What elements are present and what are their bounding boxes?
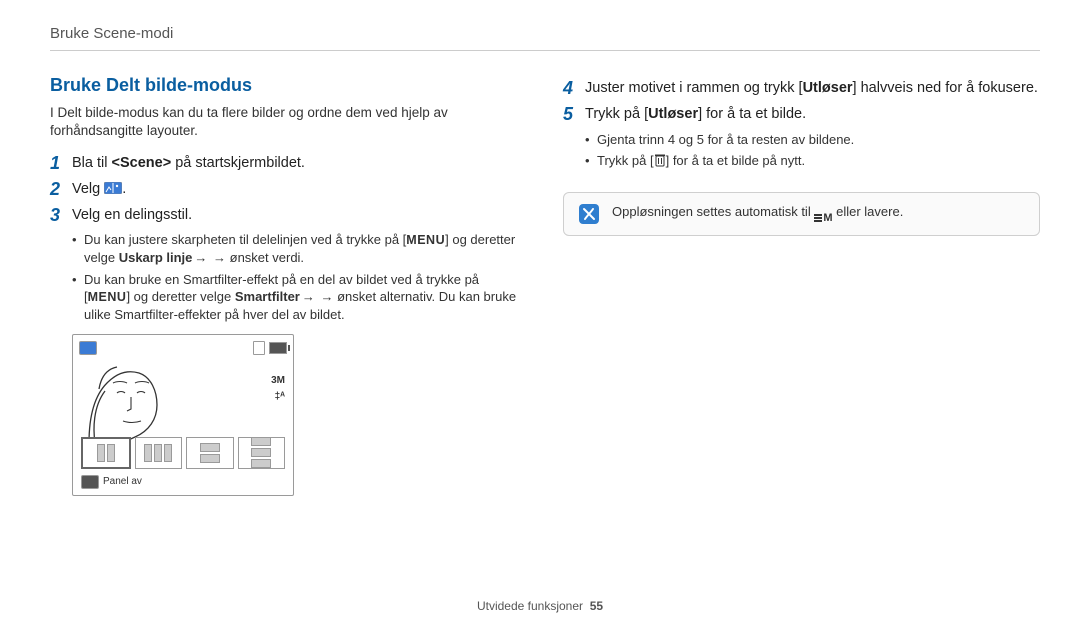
- camera-screen-illustration: 3M ‡ᴬ: [72, 334, 294, 496]
- step-3-sub-a: Du kan justere skarpheten til delelinjen…: [72, 231, 527, 266]
- page-footer: Utvidede funksjoner 55: [0, 598, 1080, 614]
- panel-off-label: Panel av: [103, 475, 142, 489]
- flash-indicator: ‡ᴬ: [271, 389, 285, 405]
- mode-icon: [79, 341, 97, 355]
- step-3b-mid: ] og deretter velge: [126, 289, 234, 304]
- step-5: 5 Trykk på [Utløser] for å ta et bilde.: [563, 105, 1040, 125]
- page-number: 55: [590, 599, 603, 613]
- arrow-icon: →: [192, 250, 209, 265]
- resolution-indicator: 3M: [271, 373, 285, 389]
- step-4-bold: Utløser: [803, 80, 853, 96]
- layout-panels: [81, 437, 285, 469]
- step-3-sub-b: Du kan bruke en Smartfilter-effekt på en…: [72, 271, 527, 324]
- divider: [50, 50, 1040, 51]
- layout-option-4: [238, 437, 286, 469]
- step-3-number: 3: [50, 206, 72, 226]
- note-res: M: [823, 211, 832, 226]
- step-3a-bold: Uskarp linje: [119, 250, 193, 265]
- step-5b-pre: Trykk på [: [597, 153, 654, 168]
- info-icon: [578, 203, 600, 225]
- section-title: Bruke Delt bilde-modus: [50, 73, 527, 97]
- trash-icon: [654, 153, 666, 167]
- step-1-post: på startskjermbildet.: [171, 155, 305, 171]
- resolution-icon: M: [814, 211, 832, 226]
- face-line-art: [83, 359, 165, 445]
- memory-card-icon: [253, 341, 265, 355]
- step-1: 1 Bla til <Scene> på startskjermbildet.: [50, 154, 527, 174]
- step-3b-bold: Smartfilter: [235, 289, 300, 304]
- step-4-post: ] halvveis ned for å fokusere.: [853, 80, 1038, 96]
- step-5-post: ] for å ta et bilde.: [698, 106, 806, 122]
- note-callout: Oppløsningen settes automatisk til M ell…: [563, 192, 1040, 236]
- step-2-number: 2: [50, 180, 72, 200]
- ok-button-icon: [81, 475, 99, 489]
- step-1-number: 1: [50, 154, 72, 174]
- step-5-pre: Trykk på [: [585, 106, 648, 122]
- step-3-main: Velg en delingsstil.: [72, 206, 527, 226]
- left-column: Bruke Delt bilde-modus I Delt bilde-modu…: [50, 73, 527, 496]
- layout-option-1: [81, 437, 131, 469]
- step-5-bold: Utløser: [648, 106, 698, 122]
- menu-key: MENU: [88, 290, 127, 304]
- step-5-sub-b: Trykk på [ ] for å ta et bilde på nytt.: [585, 152, 1040, 170]
- running-head: Bruke Scene-modi: [50, 24, 1040, 44]
- footer-section: Utvidede funksjoner: [477, 599, 583, 613]
- split-picture-icon: [104, 181, 122, 193]
- step-3a-pre: Du kan justere skarpheten til delelinjen…: [84, 232, 406, 247]
- step-2-main: Velg: [72, 181, 104, 197]
- step-3a-post: → ønsket verdi.: [209, 250, 304, 265]
- intro-text: I Delt bilde-modus kan du ta flere bilde…: [50, 104, 527, 140]
- layout-option-2: [135, 437, 183, 469]
- step-5-sub-a: Gjenta trinn 4 og 5 for å ta resten av b…: [585, 131, 1040, 149]
- arrow-icon: →: [300, 289, 317, 304]
- step-2-tail: .: [122, 181, 126, 197]
- step-4-number: 4: [563, 79, 585, 99]
- right-column: 4 Juster motivet i rammen og trykk [Utlø…: [563, 73, 1040, 496]
- step-5b-post: ] for å ta et bilde på nytt.: [666, 153, 805, 168]
- step-5-number: 5: [563, 105, 585, 125]
- step-3: 3 Velg en delingsstil.: [50, 206, 527, 226]
- battery-icon: [269, 342, 287, 354]
- step-4-pre: Juster motivet i rammen og trykk [: [585, 80, 803, 96]
- note-post: eller lavere.: [833, 204, 904, 219]
- note-pre: Oppløsningen settes automatisk til: [612, 204, 814, 219]
- layout-option-3: [186, 437, 234, 469]
- menu-key: MENU: [406, 233, 445, 247]
- step-1-pre: Bla til: [72, 155, 112, 171]
- step-1-scene: <Scene>: [112, 155, 172, 171]
- step-2: 2 Velg .: [50, 180, 527, 200]
- step-4: 4 Juster motivet i rammen og trykk [Utlø…: [563, 79, 1040, 99]
